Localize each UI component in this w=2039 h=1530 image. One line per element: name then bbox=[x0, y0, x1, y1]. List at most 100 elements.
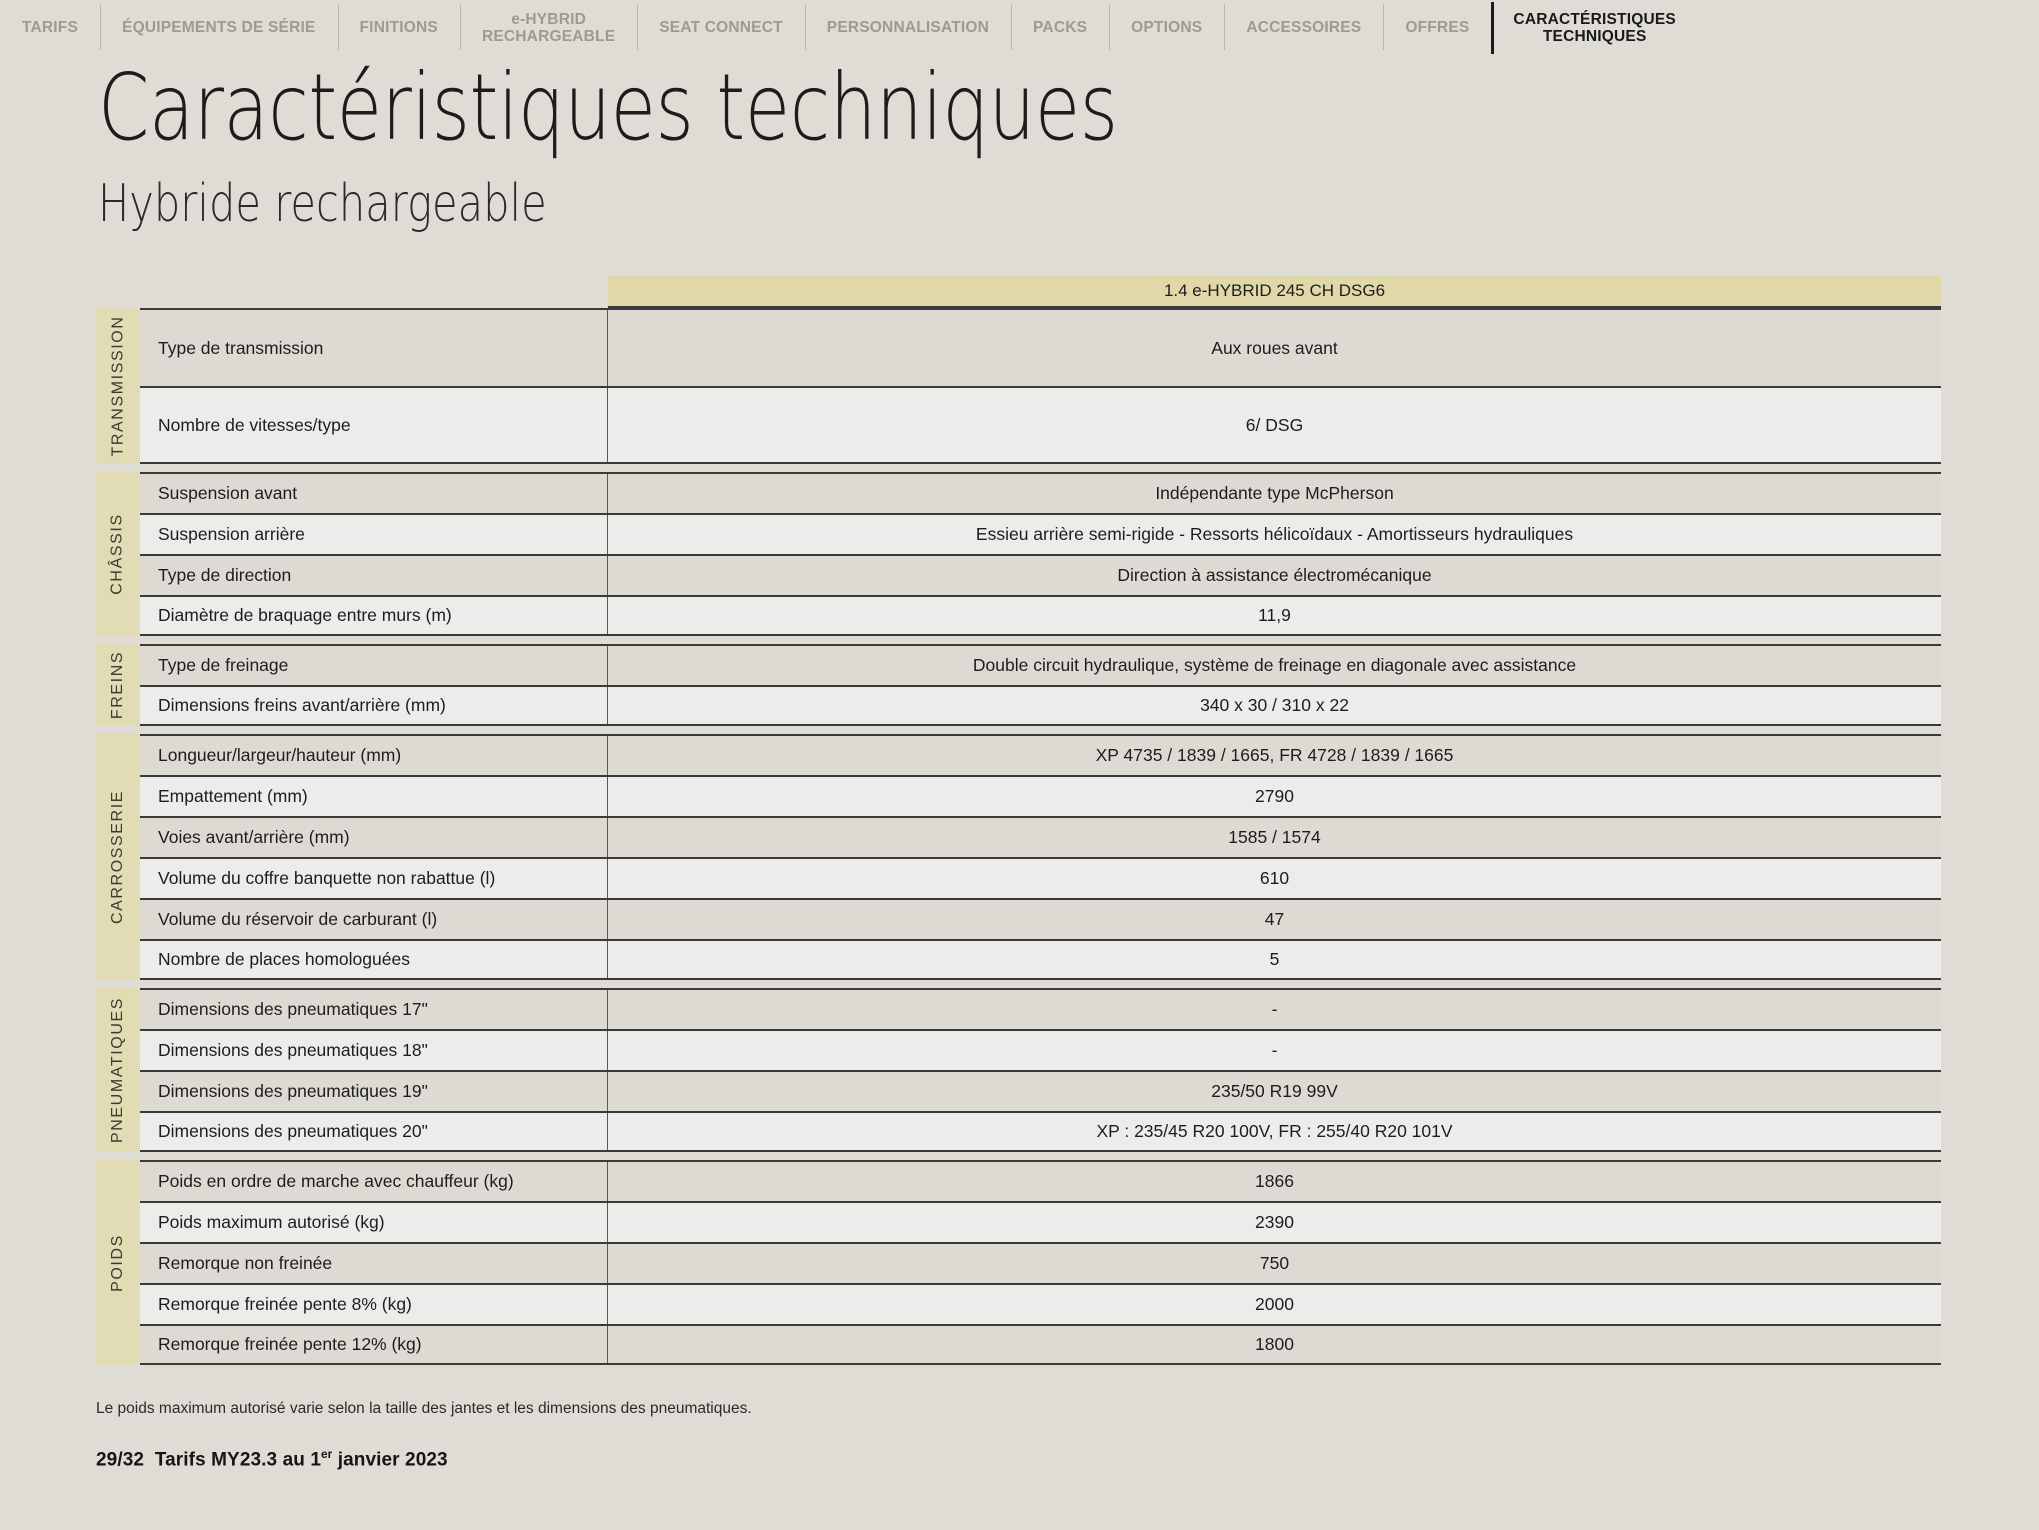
table-row: Suspension arrière Essieu arrière semi-ri… bbox=[140, 513, 1941, 554]
spec-value: Aux roues avant bbox=[608, 310, 1941, 386]
nav-item-9[interactable]: OFFRES bbox=[1383, 0, 1491, 56]
page-title: Caractéristiques techniques bbox=[98, 54, 1118, 161]
spec-label: Longueur/largeur/hauteur (mm) bbox=[140, 736, 608, 775]
spec-value: 235/50 R19 99V bbox=[608, 1072, 1941, 1111]
spec-label: Volume du coffre banquette non rabattue … bbox=[140, 859, 608, 898]
spec-label: Poids maximum autorisé (kg) bbox=[140, 1203, 608, 1242]
spec-section: FREINS Type de freinage Double circuit hyd… bbox=[96, 644, 1941, 726]
spec-section: POIDS Poids en ordre de marche avec chauf… bbox=[96, 1160, 1941, 1365]
table-row: Poids maximum autorisé (kg) 2390 bbox=[140, 1201, 1941, 1242]
page-heading: Caractéristiques techniques Hybride rech… bbox=[98, 54, 1373, 234]
nav-item-2[interactable]: FINITIONS bbox=[337, 0, 460, 56]
nav-item-7[interactable]: OPTIONS bbox=[1109, 0, 1224, 56]
nav-item-5[interactable]: PERSONNALISATION bbox=[804, 0, 1011, 56]
table-column-header-row: 1.4 e-HYBRID 245 CH DSG6 bbox=[608, 276, 1941, 308]
spec-label: Dimensions freins avant/arrière (mm) bbox=[140, 687, 608, 724]
spec-label: Diamètre de braquage entre murs (m) bbox=[140, 597, 608, 634]
table-row: Dimensions des pneumatiques 18" - bbox=[140, 1029, 1941, 1070]
spec-label: Suspension arrière bbox=[140, 515, 608, 554]
spec-value: - bbox=[608, 1031, 1941, 1070]
spec-label: Type de direction bbox=[140, 556, 608, 595]
spec-value: 1866 bbox=[608, 1162, 1941, 1201]
category-label: POIDS bbox=[109, 1233, 127, 1292]
table-row: Volume du coffre banquette non rabattue … bbox=[140, 857, 1941, 898]
spec-label: Suspension avant bbox=[140, 474, 608, 513]
table-row: Type de freinage Double circuit hydrauliq… bbox=[140, 644, 1941, 685]
spec-section: CHÂSSIS Suspension avant Indépendante type… bbox=[96, 472, 1941, 636]
category-label: PNEUMATIQUES bbox=[109, 996, 126, 1144]
top-navigation: TARIFS ÉQUIPEMENTS DE SÉRIE FINITIONS e-HYB… bbox=[0, 0, 2039, 56]
spec-value: 2790 bbox=[608, 777, 1941, 816]
nav-item-1[interactable]: ÉQUIPEMENTS DE SÉRIE bbox=[100, 0, 337, 56]
spec-label: Empattement (mm) bbox=[140, 777, 608, 816]
spec-label: Dimensions des pneumatiques 20" bbox=[140, 1113, 608, 1150]
spec-label: Remorque freinée pente 8% (kg) bbox=[140, 1285, 608, 1324]
spec-label: Poids en ordre de marche avec chauffeur … bbox=[140, 1162, 608, 1201]
spec-value: 1800 bbox=[608, 1326, 1941, 1363]
spec-value: XP 4735 / 1839 / 1665, FR 4728 / 1839 / … bbox=[608, 736, 1941, 775]
tariff-ordinal: er bbox=[321, 1448, 333, 1461]
table-row: Longueur/largeur/hauteur (mm) XP 4735 / 1… bbox=[140, 734, 1941, 775]
spec-rows: Longueur/largeur/hauteur (mm) XP 4735 / 1… bbox=[140, 734, 1941, 980]
nav-item-6[interactable]: PACKS bbox=[1011, 0, 1109, 56]
spec-value: Essieu arrière semi-rigide - Ressorts hé… bbox=[608, 515, 1941, 554]
table-row: Volume du réservoir de carburant (l) 47 bbox=[140, 898, 1941, 939]
table-row: Diamètre de braquage entre murs (m) 11,9 bbox=[140, 595, 1941, 636]
category-label: FREINS bbox=[109, 650, 126, 720]
category-band: CARROSSERIE bbox=[96, 734, 140, 980]
page-subtitle: Hybride rechargeable bbox=[98, 174, 547, 234]
table-row: Remorque freinée pente 8% (kg) 2000 bbox=[140, 1283, 1941, 1324]
page-number: 29/32 bbox=[96, 1449, 145, 1471]
spec-label: Type de transmission bbox=[140, 310, 608, 386]
spec-value: 1585 / 1574 bbox=[608, 818, 1941, 857]
spec-section: PNEUMATIQUES Dimensions des pneumatiques … bbox=[96, 988, 1941, 1152]
spec-rows: Type de freinage Double circuit hydrauliq… bbox=[140, 644, 1941, 726]
spec-value: Direction à assistance électromécanique bbox=[608, 556, 1941, 595]
spec-value: XP : 235/45 R20 100V, FR : 255/40 R20 10… bbox=[608, 1113, 1941, 1150]
spec-label: Type de freinage bbox=[140, 646, 608, 685]
nav-item-10[interactable]: CARACTÉRISTIQUES TECHNIQUES bbox=[1491, 0, 1698, 56]
spec-rows: Poids en ordre de marche avec chauffeur … bbox=[140, 1160, 1941, 1365]
spec-label: Nombre de places homologuées bbox=[140, 941, 608, 978]
spec-rows: Type de transmission Aux roues avant Nombr… bbox=[140, 308, 1941, 464]
table-row: Type de direction Direction à assistance … bbox=[140, 554, 1941, 595]
page-footer: 29/32 Tarifs MY23.3 au 1er janvier 2023 bbox=[96, 1448, 448, 1471]
spec-label: Dimensions des pneumatiques 17" bbox=[140, 990, 608, 1029]
table-row: Type de transmission Aux roues avant bbox=[140, 308, 1941, 386]
table-row: Remorque non freinée 750 bbox=[140, 1242, 1941, 1283]
spec-value: 5 bbox=[608, 941, 1941, 978]
spec-section: TRANSMISSION Type de transmission Aux roue… bbox=[96, 308, 1941, 464]
spec-value: 6/ DSG bbox=[608, 388, 1941, 462]
tariff-label-a: Tarifs MY23.3 au 1 bbox=[154, 1449, 321, 1471]
spec-label: Remorque non freinée bbox=[140, 1244, 608, 1283]
spec-rows: Suspension avant Indépendante type McPher… bbox=[140, 472, 1941, 636]
spec-label: Nombre de vitesses/type bbox=[140, 388, 608, 462]
spec-section: CARROSSERIE Longueur/largeur/hauteur (mm)… bbox=[96, 734, 1941, 980]
nav-item-0[interactable]: TARIFS bbox=[0, 0, 100, 56]
table-row: Dimensions freins avant/arrière (mm) 340 … bbox=[140, 685, 1941, 726]
spec-value: 750 bbox=[608, 1244, 1941, 1283]
spec-label: Dimensions des pneumatiques 18" bbox=[140, 1031, 608, 1070]
category-label: TRANSMISSION bbox=[109, 315, 126, 457]
nav-item-4[interactable]: SEAT CONNECT bbox=[637, 0, 805, 56]
specifications-table: 1.4 e-HYBRID 245 CH DSG6 TRANSMISSION Typ… bbox=[96, 276, 1941, 1365]
table-row: Dimensions des pneumatiques 20" XP : 235/… bbox=[140, 1111, 1941, 1152]
category-band: TRANSMISSION bbox=[96, 308, 140, 464]
category-band: POIDS bbox=[96, 1160, 140, 1365]
spec-value: Double circuit hydraulique, système de f… bbox=[608, 646, 1941, 685]
table-row: Poids en ordre de marche avec chauffeur … bbox=[140, 1160, 1941, 1201]
table-row: Dimensions des pneumatiques 19" 235/50 R1… bbox=[140, 1070, 1941, 1111]
table-footnote: Le poids maximum autorisé varie selon la… bbox=[96, 1400, 752, 1417]
nav-item-8[interactable]: ACCESSOIRES bbox=[1224, 0, 1383, 56]
spec-value: - bbox=[608, 990, 1941, 1029]
spec-value: Indépendante type McPherson bbox=[608, 474, 1941, 513]
category-label: CHÂSSIS bbox=[109, 513, 127, 595]
spec-value: 47 bbox=[608, 900, 1941, 939]
table-row: Nombre de vitesses/type 6/ DSG bbox=[140, 386, 1941, 464]
table-row: Voies avant/arrière (mm) 1585 / 1574 bbox=[140, 816, 1941, 857]
category-band: FREINS bbox=[96, 644, 140, 726]
spec-value: 610 bbox=[608, 859, 1941, 898]
engine-variant-header: 1.4 e-HYBRID 245 CH DSG6 bbox=[608, 276, 1941, 308]
table-row: Remorque freinée pente 12% (kg) 1800 bbox=[140, 1324, 1941, 1365]
nav-item-3[interactable]: e-HYBRID RECHARGEABLE bbox=[459, 0, 637, 56]
